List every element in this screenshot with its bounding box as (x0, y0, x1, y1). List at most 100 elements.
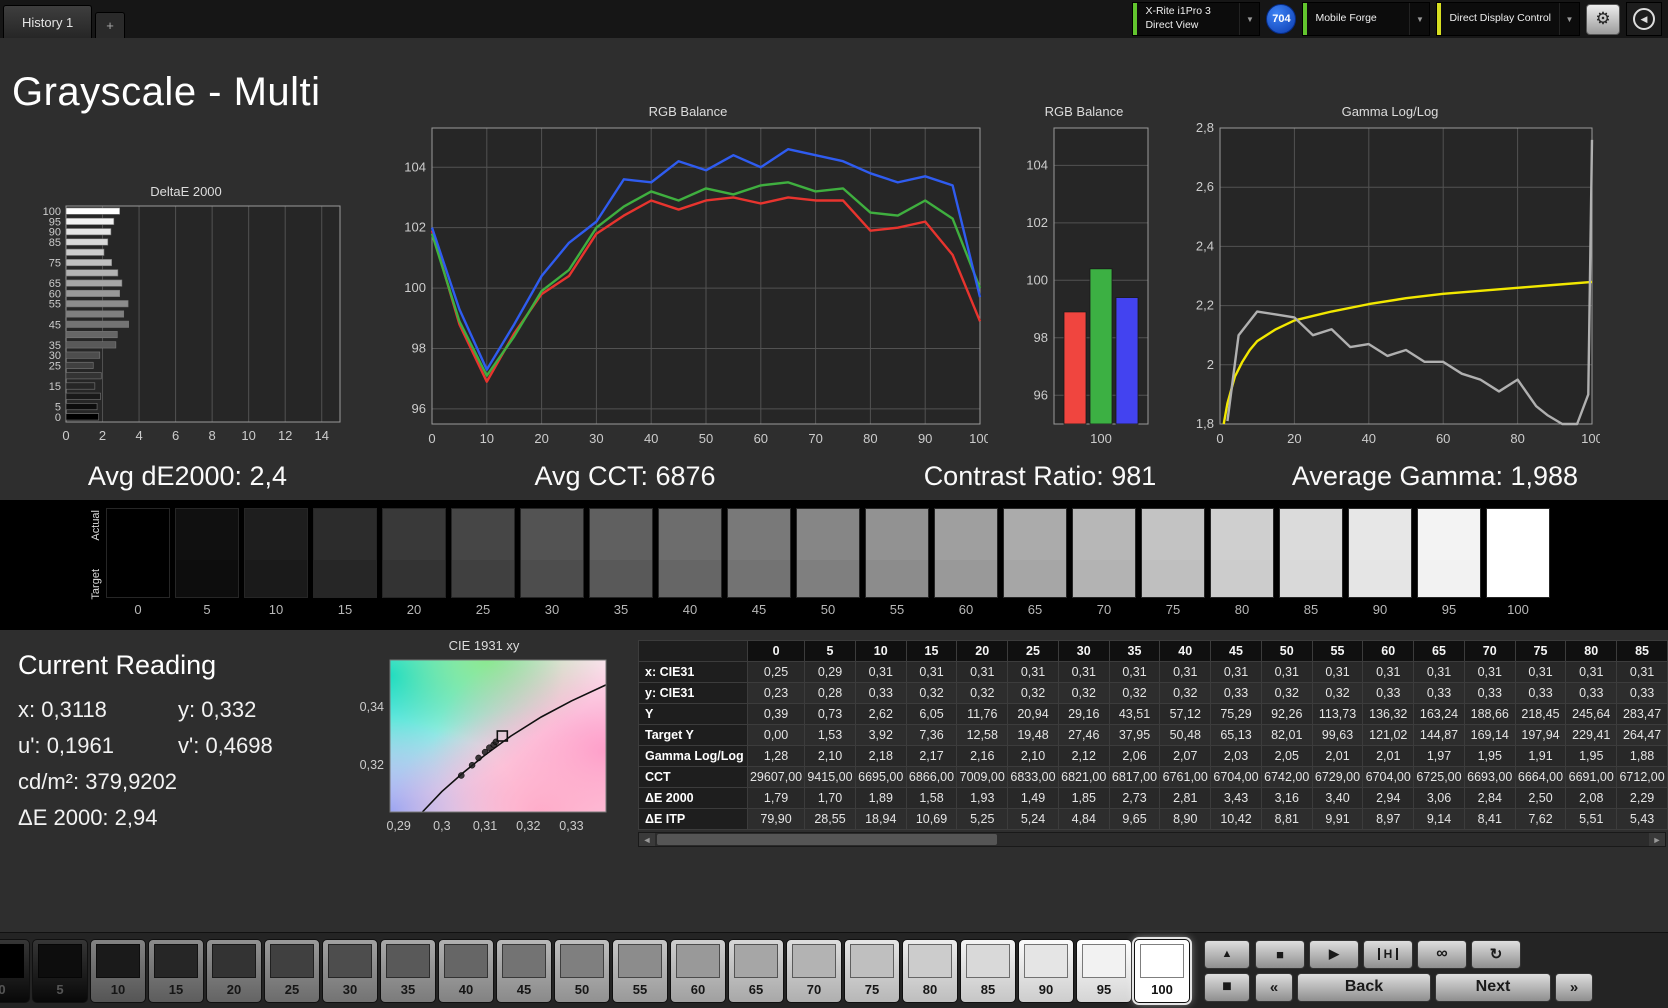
step-label: 40 (458, 981, 474, 997)
pattern-step-button-90[interactable]: 90 (1018, 938, 1074, 1003)
svg-text:102: 102 (404, 220, 426, 235)
table-cell: 6725,00 (1413, 766, 1465, 788)
swatch-level-label: 15 (337, 602, 353, 617)
pattern-step-button-100[interactable]: 100 (1134, 938, 1190, 1003)
collapse-panel-button[interactable]: ◀ (1626, 2, 1662, 36)
cie-chart-title: CIE 1931 xy (448, 638, 520, 653)
scroll-right-icon[interactable]: ► (1649, 833, 1665, 846)
step-patch (502, 943, 546, 978)
settings-button[interactable]: ⚙ (1586, 3, 1620, 35)
pattern-step-button-75[interactable]: 75 (844, 938, 900, 1003)
target-patch (1210, 560, 1274, 598)
table-cell: 6,05 (905, 703, 958, 725)
pattern-step-button-30[interactable]: 30 (322, 938, 378, 1003)
table-cell: 0,32 (1108, 682, 1161, 704)
add-tab-button[interactable]: + (95, 12, 125, 38)
svg-text:1,8: 1,8 (1196, 416, 1214, 431)
target-patch (106, 560, 170, 598)
pattern-step-button-15[interactable]: 15 (148, 938, 204, 1003)
pattern-step-button-55[interactable]: 55 (612, 938, 668, 1003)
table-col-header: 0 (746, 640, 806, 662)
table-cell: 0,32 (1260, 682, 1313, 704)
scroll-up-button[interactable]: ▲ (1204, 939, 1250, 969)
swatch-level-label: 30 (544, 602, 560, 617)
table-cell: 2,10 (1007, 745, 1059, 767)
pattern-step-button-50[interactable]: 50 (554, 938, 610, 1003)
table-scrollbar[interactable]: ◄ ► (638, 832, 1666, 847)
play-icon: ▶ (1329, 946, 1339, 961)
pattern-step-button-35[interactable]: 35 (380, 938, 436, 1003)
table-cell: 136,32 (1362, 703, 1415, 725)
table-cell: 0,31 (1565, 661, 1618, 683)
pattern-step-button-45[interactable]: 45 (496, 938, 552, 1003)
play-button[interactable]: ▶ (1309, 939, 1359, 969)
table-cell: 1,53 (804, 724, 856, 746)
history-tab[interactable]: History 1 (3, 5, 93, 38)
pattern-step-button-25[interactable]: 25 (264, 938, 320, 1003)
current-reading-panel: Current Reading x: 0,3118 y: 0,332 u': 0… (18, 638, 336, 886)
scrollbar-thumb[interactable] (657, 834, 997, 845)
pattern-step-button-80[interactable]: 80 (902, 938, 958, 1003)
pattern-step-button-40[interactable]: 40 (438, 938, 494, 1003)
svg-text:50: 50 (699, 431, 713, 446)
next-button[interactable]: Next (1435, 972, 1551, 1002)
double-chevron-right-icon[interactable]: » (1555, 972, 1593, 1002)
step-patch (676, 943, 720, 978)
table-cell: 2,81 (1159, 787, 1212, 809)
pattern-step-button-10[interactable]: 10 (90, 938, 146, 1003)
pattern-step-button-20[interactable]: 20 (206, 938, 262, 1003)
pattern-step-button-0[interactable]: 0 (0, 938, 30, 1003)
table-cell: 0,73 (804, 703, 856, 725)
pattern-step-button-95[interactable]: 95 (1076, 938, 1132, 1003)
svg-text:104: 104 (1026, 157, 1048, 172)
step-label: 85 (980, 981, 996, 997)
cie-1931-chart: 0,29 0,3 0,31 0,32 0,33 0,32 0,34 (360, 659, 607, 833)
pattern-step-button-60[interactable]: 60 (670, 938, 726, 1003)
display-control-dropdown[interactable]: Direct Display Control ▼ (1436, 2, 1580, 36)
meter-dropdown[interactable]: X-Rite i1Pro 3 Direct View ▼ (1132, 2, 1261, 36)
table-cell: 0,25 (746, 661, 806, 683)
table-cell: 2,03 (1210, 745, 1262, 767)
back-button[interactable]: Back (1297, 972, 1431, 1002)
table-row: y: CIE31 0,23 0,28 0,33 0,32 0,32 0,32 0,32 0,32… (638, 682, 1668, 704)
pattern-size-button[interactable]: H (1363, 939, 1413, 969)
source-dropdown[interactable]: Mobile Forge ▼ (1302, 2, 1431, 36)
pattern-step-button-5[interactable]: 5 (32, 938, 88, 1003)
pattern-step-button-65[interactable]: 65 (728, 938, 784, 1003)
scroll-left-icon[interactable]: ◄ (639, 833, 655, 846)
actual-patch (1486, 508, 1550, 560)
pattern-step-button-85[interactable]: 85 (960, 938, 1016, 1003)
table-cell: 9,91 (1311, 808, 1364, 830)
table-cell: 7,36 (905, 724, 958, 746)
skip-back-button[interactable]: « (1255, 972, 1293, 1002)
swatch-level-label: 20 (406, 602, 422, 617)
continuous-read-button[interactable]: ∞ (1417, 939, 1467, 969)
table-cell: 0,32 (1057, 682, 1110, 704)
table-cell: 1,88 (1616, 745, 1668, 767)
reading-u: u': 0,1961 (18, 733, 114, 758)
target-patch (244, 560, 308, 598)
table-corner-cell (638, 640, 748, 662)
gray-swatch-80: 80 (1210, 508, 1274, 630)
pattern-step-button-70[interactable]: 70 (786, 938, 842, 1003)
table-cell: 1,79 (746, 787, 806, 809)
gear-icon: ⚙ (1595, 9, 1611, 28)
topbar-right: X-Rite i1Pro 3 Direct View ▼ 704 Mobile … (1132, 0, 1668, 38)
svg-text:30: 30 (589, 431, 603, 446)
repeat-button[interactable]: ↻ (1471, 939, 1521, 969)
meter-count-badge[interactable]: 704 (1266, 4, 1297, 34)
svg-text:10: 10 (241, 428, 255, 443)
target-patch (313, 560, 377, 598)
gamma-line-chart: 0 20 40 60 80 100 1,8 2 2,2 2,4 2,6 2,8 (1196, 120, 1600, 446)
svg-text:2,2: 2,2 (1196, 298, 1214, 313)
stop-button[interactable]: ■ (1255, 939, 1305, 969)
table-cell: 27,46 (1057, 724, 1110, 746)
pattern-window-button[interactable]: ■ (1204, 972, 1250, 1002)
svg-text:96: 96 (412, 401, 426, 416)
svg-text:10: 10 (480, 431, 494, 446)
reading-x: x: 0,3118 (18, 697, 107, 722)
svg-text:2,4: 2,4 (1196, 238, 1214, 253)
table-row-label: ΔE 2000 (638, 787, 748, 809)
table-cell: 2,05 (1260, 745, 1313, 767)
swatch-level-label: 90 (1372, 602, 1388, 617)
